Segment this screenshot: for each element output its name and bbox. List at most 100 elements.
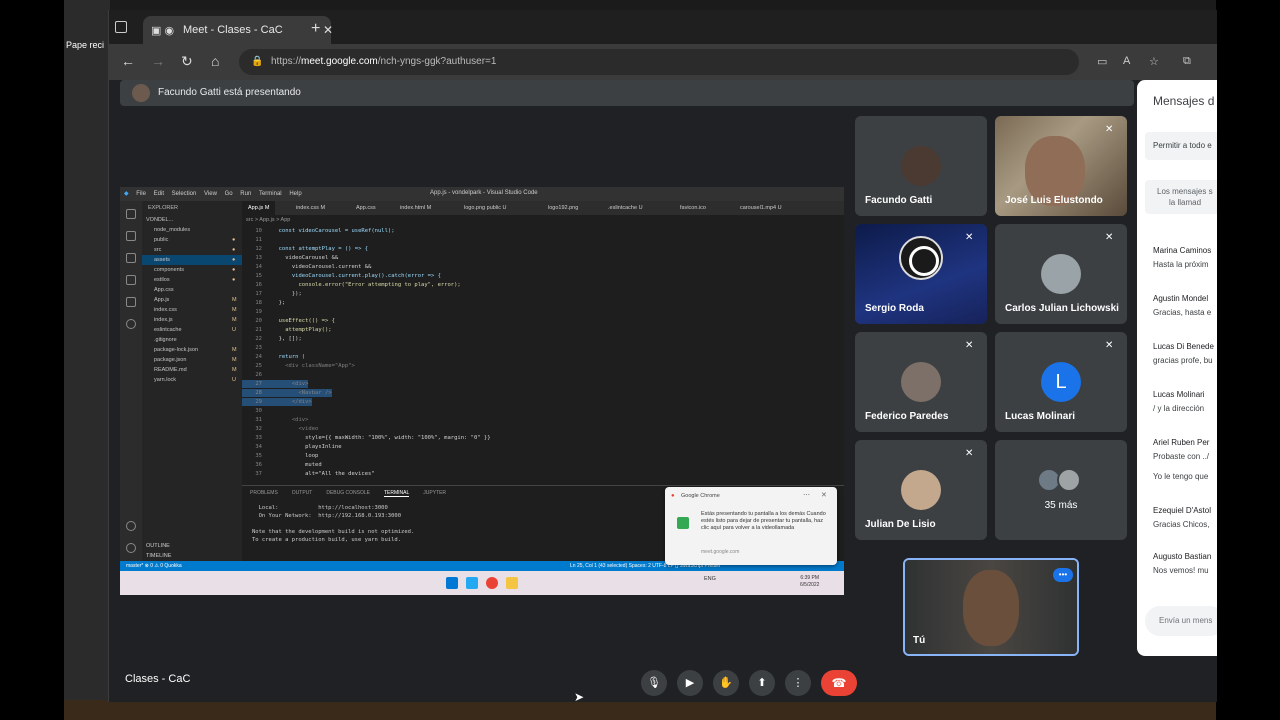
avatar: [901, 362, 941, 402]
code-text: };: [272, 300, 286, 306]
chat-input[interactable]: Envía un mens: [1145, 606, 1217, 636]
file-name: App.js: [154, 297, 170, 303]
message-text: Yo le tengo que: [1153, 472, 1209, 481]
code-text: }, []);: [272, 336, 302, 342]
code-line: 10 const videoCarousel = useRef(null);: [242, 227, 394, 235]
terminal-line: Note that the development build is not o…: [252, 529, 415, 535]
editor-tab: .eslintcache U: [608, 205, 643, 211]
raise-hand-icon[interactable]: ✋: [713, 670, 739, 696]
read-aloud-icon[interactable]: A: [1123, 55, 1130, 67]
reload-icon[interactable]: ↻: [181, 53, 193, 70]
participant-tile[interactable]: ✕ Carlos Julian Lichowski: [995, 224, 1127, 324]
chat-message: Yo le tengo que: [1153, 472, 1208, 481]
file-name: eslintcache: [154, 327, 182, 333]
code-text: });: [272, 291, 302, 297]
camera-icon[interactable]: ▶: [677, 670, 703, 696]
mic-icon[interactable]: 🎙: [641, 670, 667, 696]
tab-actions-icon[interactable]: [115, 21, 127, 33]
windows-start-icon: [446, 577, 458, 589]
notification-app: Google Chrome: [681, 493, 720, 499]
participant-tile[interactable]: Facundo Gatti: [855, 116, 987, 216]
self-view-tile[interactable]: ••• Tú: [903, 558, 1079, 656]
message-sender: Marina Caminos: [1153, 246, 1212, 255]
avatar: [1057, 468, 1081, 492]
mic-off-icon: ✕: [965, 340, 974, 351]
search-icon: [126, 231, 136, 241]
desktop-background: [64, 0, 110, 720]
tab-meet[interactable]: ▣ ◉ Meet - Clases - CaC ✕: [143, 16, 333, 44]
file-status: M: [232, 367, 237, 373]
explorer-file: .gitignore: [142, 335, 242, 345]
explorer-file: index.css M: [142, 305, 242, 315]
favorite-icon[interactable]: ☆: [1149, 55, 1159, 68]
file-status: M: [232, 297, 237, 303]
tab-strip: ▣ ◉ Meet - Clases - CaC ✕ +: [109, 10, 1217, 44]
participant-tile[interactable]: ✕ Federico Paredes: [855, 332, 987, 432]
folder-app-icon: [506, 577, 518, 589]
message-text: Gracias, hasta e: [1153, 308, 1212, 317]
explorer-file: node_modules: [142, 225, 242, 235]
terminal-line: To create a production build, use yarn b…: [252, 537, 402, 543]
desktop-icon-label[interactable]: Pape reci: [66, 40, 106, 51]
new-tab-icon[interactable]: +: [311, 20, 320, 38]
forward-icon[interactable]: →: [151, 53, 165, 69]
more-participants-tile[interactable]: 35 más: [995, 440, 1127, 540]
back-icon[interactable]: ←: [121, 53, 135, 69]
message-text: Probaste con ../: [1153, 452, 1210, 461]
code-line: 35 loop: [242, 452, 318, 460]
message-sender: Agustin Mondel: [1153, 294, 1209, 303]
lock-icon[interactable]: 🔒: [251, 56, 263, 67]
close-icon[interactable]: ✕: [323, 23, 333, 37]
notification-body: Estás presentando tu pantalla a los demá…: [701, 511, 826, 531]
message-text: / y la dirección: [1153, 404, 1205, 413]
menu-go: Go: [224, 191, 233, 197]
extensions-icon[interactable]: ⧉: [1183, 55, 1191, 68]
present-icon[interactable]: ⬆: [749, 670, 775, 696]
editor-tab: index.css M: [296, 205, 326, 211]
end-call-button[interactable]: ☎: [821, 670, 857, 696]
explorer-file: package-lock.json M: [142, 345, 242, 355]
participant-tile[interactable]: ✕ José Luis Elustondo: [995, 116, 1127, 216]
file-name: src: [154, 247, 162, 253]
letterbox-left: [0, 0, 64, 720]
line-number: 26: [255, 372, 262, 378]
chat-note-line: la llamad: [1169, 198, 1202, 207]
code-text: alt="All the devices": [272, 471, 375, 477]
desktop-taskbar-strip: [64, 700, 1216, 720]
cast-icon[interactable]: ▭: [1097, 55, 1107, 68]
chrome-app-icon: [486, 577, 498, 589]
line-number: 37: [255, 471, 262, 477]
participant-tile[interactable]: L ✕ Lucas Molinari: [995, 332, 1127, 432]
code-line: 30: [242, 407, 272, 415]
mic-off-icon: ✕: [1105, 124, 1114, 135]
code-text: <div className="App">: [272, 363, 355, 369]
code-text: muted: [272, 462, 322, 468]
file-status: M: [232, 347, 237, 353]
line-number: 21: [255, 327, 262, 333]
code-line: 21 attemptPlay();: [242, 326, 331, 334]
url-input[interactable]: 🔒 https://meet.google.com/nch-yngs-ggk?a…: [239, 49, 1079, 75]
explorer-header: EXPLORER: [148, 205, 178, 211]
vscode-menu: ◆ File Edit Selection View Go Run Termin…: [124, 191, 302, 197]
more-options-icon[interactable]: ⋮: [785, 670, 811, 696]
menu-file: File: [136, 191, 146, 197]
line-number: 31: [255, 417, 262, 423]
code-line: 36 muted: [242, 461, 322, 469]
code-text: <Navbar />: [272, 390, 332, 396]
chat-note: Los mensajes s la llamad: [1145, 180, 1217, 214]
code-text: <div>: [272, 417, 309, 423]
code-line: 33 style={{ maxWidth: "100%", width: "10…: [242, 434, 490, 442]
participant-tile[interactable]: ✕ Julian De Lisio: [855, 440, 987, 540]
home-icon[interactable]: ⌂: [211, 53, 219, 69]
participant-tile[interactable]: ✕ Sergio Roda: [855, 224, 987, 324]
tab-title: Meet - Clases - CaC: [183, 24, 283, 36]
panel-tab: DEBUG CONSOLE: [326, 490, 370, 496]
meet-favicon-icon: ▣ ◉: [151, 25, 175, 37]
code-line: 26: [242, 371, 272, 379]
more-options-icon[interactable]: •••: [1053, 568, 1073, 582]
menu-selection: Selection: [171, 191, 197, 197]
allow-chat-toggle[interactable]: Permitir a todo e: [1145, 132, 1217, 160]
mic-off-icon: ✕: [965, 232, 974, 243]
code-line: 37 alt="All the devices": [242, 470, 375, 478]
mic-off-icon: ✕: [965, 448, 974, 459]
